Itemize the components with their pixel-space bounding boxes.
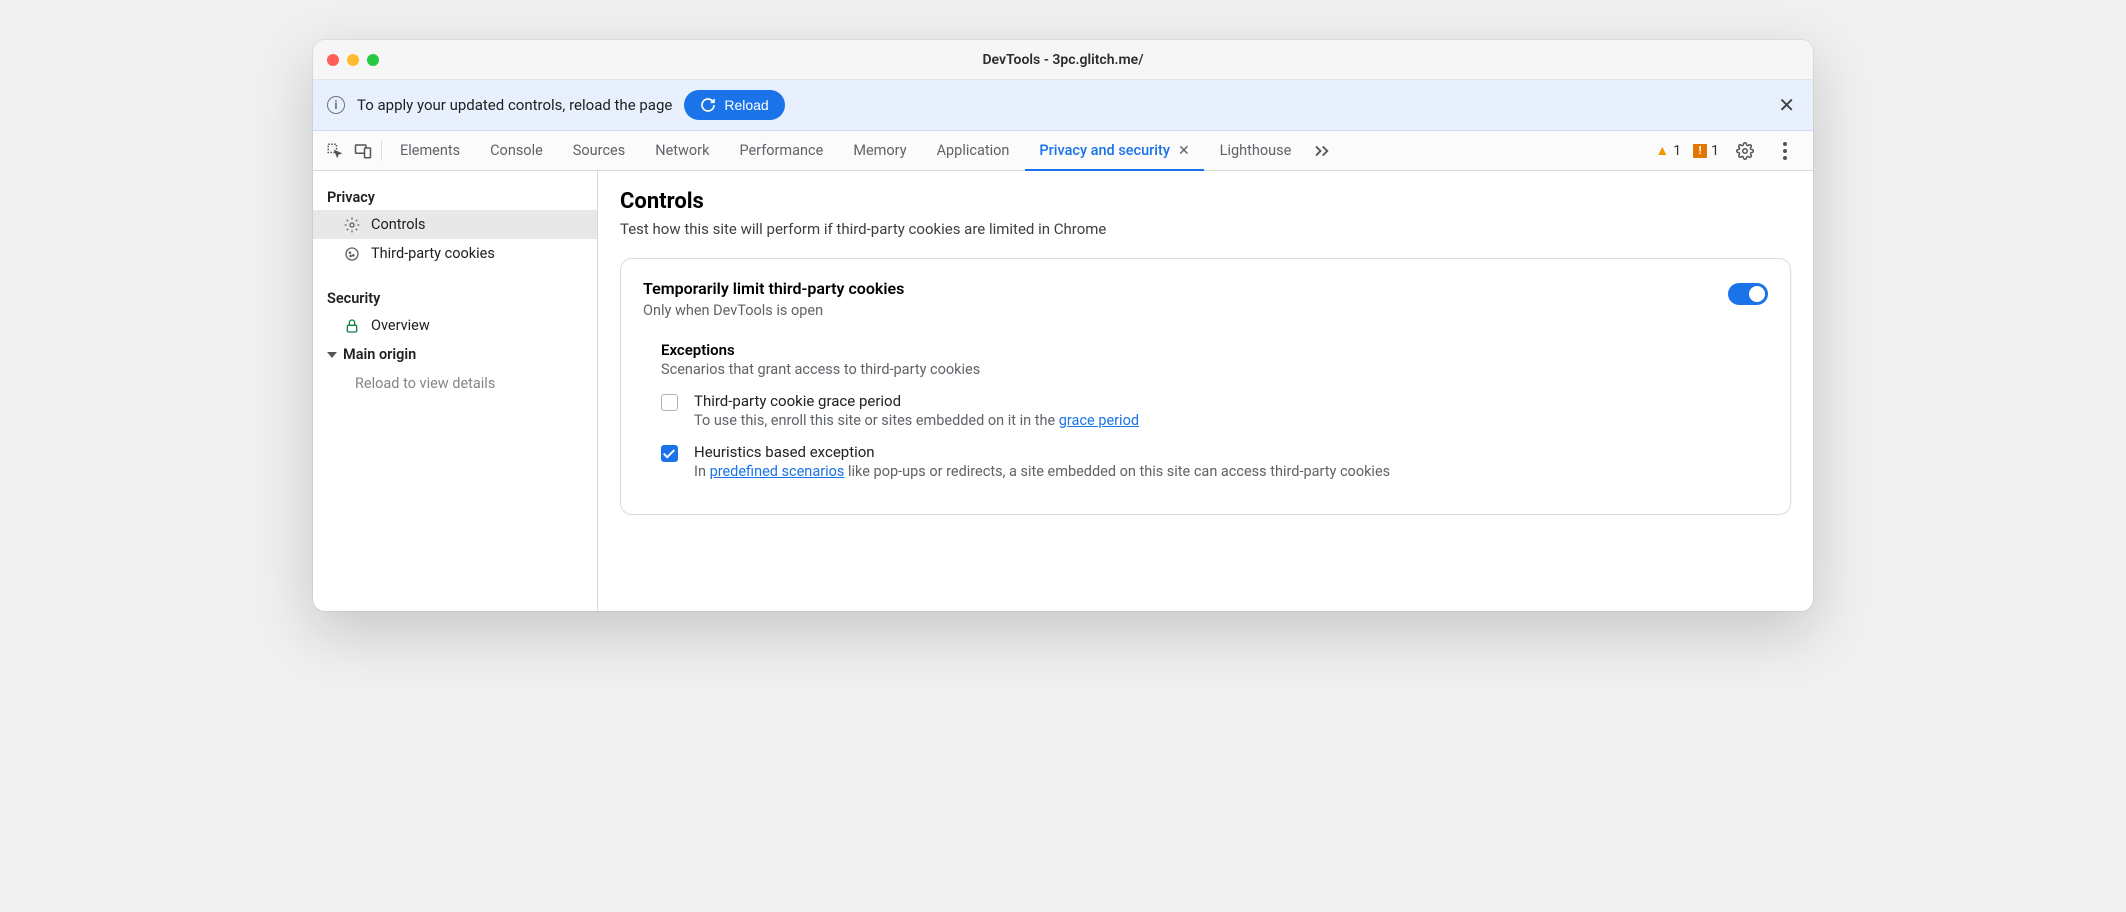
limit-cookies-card: Temporarily limit third-party cookies On… [620, 258, 1791, 515]
sidebar-item-label: Controls [371, 216, 426, 233]
card-subtitle: Only when DevTools is open [643, 302, 1728, 319]
chevron-right-double-icon [1313, 144, 1331, 158]
reload-icon [700, 97, 716, 113]
tabbar-right-cluster: ▲ 1 ! 1 [1655, 131, 1805, 171]
tab-label: Memory [853, 142, 906, 159]
content-area: Controls Test how this site will perform… [598, 171, 1813, 611]
inspect-icon [326, 142, 344, 160]
infobar-text: To apply your updated controls, reload t… [357, 96, 672, 114]
dismiss-infobar-button[interactable]: ✕ [1774, 93, 1799, 117]
issues-count[interactable]: ! 1 [1693, 143, 1719, 159]
page-title: Controls [620, 189, 1791, 214]
predefined-scenarios-link[interactable]: predefined scenarios [710, 463, 845, 480]
grace-period-checkbox[interactable] [661, 394, 678, 411]
sidebar-item-main-origin[interactable]: Main origin [313, 340, 597, 369]
panel-tabbar: Elements Console Sources Network Perform… [313, 131, 1813, 171]
sidebar-reload-note: Reload to view details [313, 369, 597, 398]
lock-icon [343, 318, 361, 334]
exceptions-subtitle: Scenarios that grant access to third-par… [661, 361, 1768, 378]
tab-label: Network [655, 142, 709, 159]
info-icon: i [327, 96, 345, 114]
grace-period-title: Third-party cookie grace period [694, 392, 1139, 410]
cookie-icon [343, 246, 361, 262]
reload-button-label: Reload [724, 97, 768, 113]
sidebar-item-controls[interactable]: Controls [313, 210, 597, 239]
card-title: Temporarily limit third-party cookies [643, 279, 1728, 298]
close-tab-icon[interactable]: ✕ [1178, 143, 1190, 159]
divider [381, 141, 382, 161]
tab-elements[interactable]: Elements [386, 131, 474, 170]
tab-privacy-and-security[interactable]: Privacy and security ✕ [1025, 131, 1203, 170]
more-tabs-button[interactable] [1305, 144, 1333, 158]
tab-label: Elements [400, 142, 460, 159]
tab-label: Sources [573, 142, 625, 159]
sidebar-item-label: Overview [371, 317, 430, 334]
grace-period-description: To use this, enroll this site or sites e… [694, 412, 1139, 429]
panel-tabs: Elements Console Sources Network Perform… [386, 131, 1305, 170]
warnings-count-value: 1 [1673, 143, 1681, 159]
kebab-icon [1783, 142, 1787, 160]
traffic-lights [327, 54, 379, 66]
heuristics-checkbox[interactable] [661, 445, 678, 462]
sidebar-item-overview[interactable]: Overview [313, 311, 597, 340]
tab-label: Performance [739, 142, 823, 159]
device-icon [354, 142, 372, 160]
exception-grace-period-row: Third-party cookie grace period To use t… [661, 392, 1768, 429]
text: In [694, 463, 710, 480]
tab-application[interactable]: Application [923, 131, 1024, 170]
heuristics-description: In predefined scenarios like pop-ups or … [694, 463, 1390, 480]
warning-icon: ▲ [1655, 142, 1669, 159]
reload-button[interactable]: Reload [684, 90, 784, 120]
sidebar-heading-privacy: Privacy [313, 181, 597, 210]
tab-performance[interactable]: Performance [725, 131, 837, 170]
tab-console[interactable]: Console [476, 131, 557, 170]
tab-memory[interactable]: Memory [839, 131, 920, 170]
more-options-button[interactable] [1771, 131, 1799, 171]
tab-label: Application [937, 142, 1010, 159]
caret-down-icon [327, 352, 337, 358]
titlebar: DevTools - 3pc.glitch.me/ [313, 40, 1813, 80]
tab-label: Privacy and security [1039, 142, 1170, 159]
maximize-window-button[interactable] [367, 54, 379, 66]
issues-count-value: 1 [1711, 143, 1719, 159]
tab-lighthouse[interactable]: Lighthouse [1206, 131, 1306, 170]
limit-cookies-toggle[interactable] [1728, 283, 1768, 305]
exceptions-heading: Exceptions [661, 341, 1768, 359]
close-window-button[interactable] [327, 54, 339, 66]
panel-body: Privacy Controls Third-party cookies Sec… [313, 171, 1813, 611]
sidebar-item-third-party-cookies[interactable]: Third-party cookies [313, 239, 597, 268]
warnings-count[interactable]: ▲ 1 [1655, 142, 1681, 159]
window-title: DevTools - 3pc.glitch.me/ [313, 52, 1813, 68]
tab-network[interactable]: Network [641, 131, 723, 170]
text: To use this, enroll this site or sites e… [694, 412, 1059, 429]
text: like pop-ups or redirects, a site embedd… [844, 463, 1390, 480]
device-toolbar-button[interactable] [349, 131, 377, 171]
toggle-knob [1749, 286, 1765, 302]
tab-sources[interactable]: Sources [559, 131, 639, 170]
sidebar-heading-security: Security [313, 282, 597, 311]
issue-icon: ! [1693, 144, 1707, 158]
minimize-window-button[interactable] [347, 54, 359, 66]
gear-icon [1736, 142, 1754, 160]
devtools-window: DevTools - 3pc.glitch.me/ i To apply you… [313, 40, 1813, 611]
exceptions-section: Exceptions Scenarios that grant access t… [643, 341, 1768, 480]
sidebar: Privacy Controls Third-party cookies Sec… [313, 171, 598, 611]
sidebar-item-label: Main origin [343, 346, 416, 363]
grace-period-link[interactable]: grace period [1059, 412, 1139, 429]
gear-icon [343, 217, 361, 233]
inspect-element-button[interactable] [321, 131, 349, 171]
reload-infobar: i To apply your updated controls, reload… [313, 80, 1813, 131]
exception-heuristics-row: Heuristics based exception In predefined… [661, 443, 1768, 480]
sidebar-item-label: Third-party cookies [371, 245, 495, 262]
tab-label: Console [490, 142, 543, 159]
heuristics-title: Heuristics based exception [694, 443, 1390, 461]
settings-button[interactable] [1731, 131, 1759, 171]
tab-label: Lighthouse [1220, 142, 1292, 159]
page-subtitle: Test how this site will perform if third… [620, 220, 1791, 238]
